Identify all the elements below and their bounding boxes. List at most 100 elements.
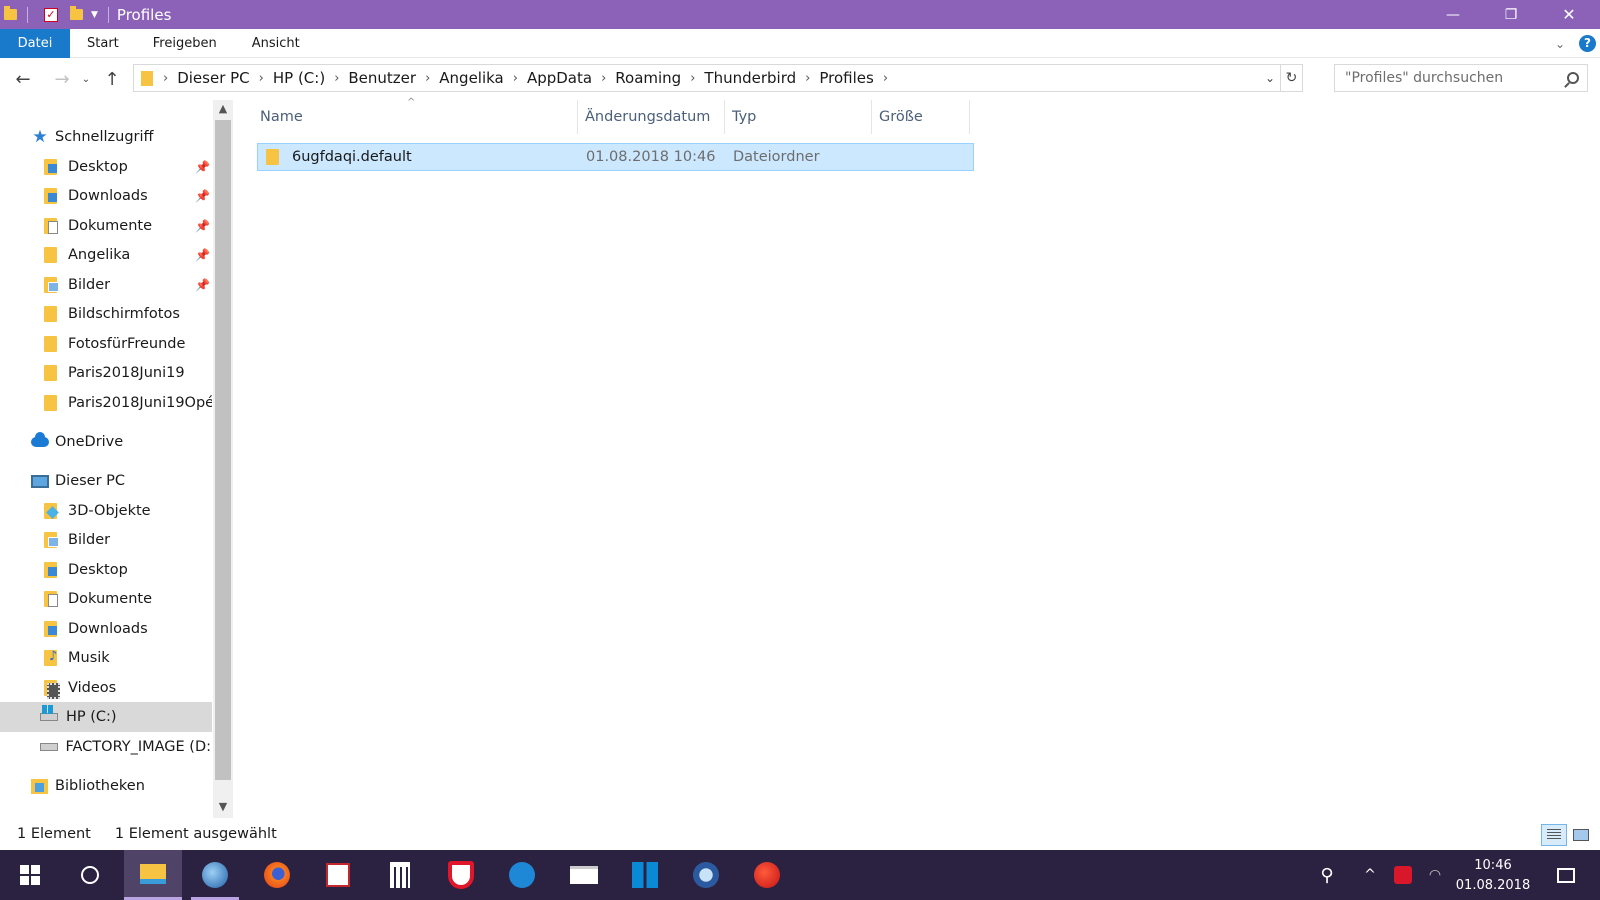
breadcrumb-dieser-pc[interactable]: Dieser PC	[177, 69, 249, 87]
nav-quick-desktop[interactable]: Desktop 📌	[0, 152, 212, 182]
pin-icon[interactable]: 📌	[195, 189, 210, 203]
paint-button[interactable]	[308, 850, 368, 900]
minimize-button[interactable]: —	[1424, 0, 1482, 29]
large-icons-view-button[interactable]	[1568, 824, 1594, 846]
address-bar[interactable]: › Dieser PC › HP (C:) › Benutzer › Angel…	[133, 64, 1303, 92]
up-arrow-icon[interactable]: ↑	[101, 69, 123, 90]
breadcrumb-benutzer[interactable]: Benutzer	[348, 69, 416, 87]
column-header-name[interactable]: Name	[253, 100, 578, 134]
tab-freigeben[interactable]: Freigeben	[153, 29, 217, 58]
nav-quick-paris2018juni19[interactable]: Paris2018Juni19	[0, 358, 212, 388]
column-header-size[interactable]: Größe	[872, 100, 970, 134]
pin-icon[interactable]: 📌	[195, 160, 210, 174]
nav-libraries[interactable]: Bibliotheken	[0, 771, 212, 801]
column-header-modified[interactable]: Änderungsdatum	[578, 100, 725, 134]
security-shield-button[interactable]	[431, 850, 491, 900]
table-row[interactable]: 6ugfdaqi.default 01.08.2018 10:46 Dateio…	[257, 143, 974, 171]
nav-pc-dokumente[interactable]: Dokumente	[0, 584, 212, 614]
nav-label: HP (C:)	[66, 709, 117, 725]
antivirus-button[interactable]	[737, 850, 797, 900]
window-title: Profiles	[116, 5, 172, 24]
action-center-button[interactable]	[1546, 850, 1586, 900]
nav-pc-bilder[interactable]: Bilder	[0, 525, 212, 555]
start-button[interactable]	[0, 850, 60, 900]
expand-ribbon-icon[interactable]: ⌄	[1555, 37, 1565, 51]
nav-quick-bildschirmfotos[interactable]: Bildschirmfotos	[0, 299, 212, 329]
cortana-button[interactable]	[60, 850, 120, 900]
pin-icon[interactable]: 📌	[195, 248, 210, 262]
chevron-right-icon[interactable]: ›	[334, 71, 339, 86]
chevron-right-icon[interactable]: ›	[690, 71, 695, 86]
nav-label: FotosfürFreunde	[68, 336, 186, 352]
chevron-right-icon[interactable]: ›	[513, 71, 518, 86]
back-arrow-icon[interactable]: ←	[12, 69, 34, 90]
nav-onedrive[interactable]: OneDrive	[0, 427, 212, 457]
nav-quick-downloads[interactable]: Downloads 📌	[0, 181, 212, 211]
chevron-right-icon[interactable]: ›	[601, 71, 606, 86]
breadcrumb-profiles[interactable]: Profiles	[819, 69, 873, 87]
nav-quick-access[interactable]: ★ Schnellzugriff	[0, 122, 212, 152]
clock[interactable]: 10:46 01.08.2018	[1448, 856, 1538, 896]
nav-pc-hp-c[interactable]: HP (C:)	[0, 702, 212, 732]
search-icon[interactable]	[1567, 72, 1579, 84]
address-history-dropdown-icon[interactable]: ⌄	[1260, 71, 1280, 85]
details-view-button[interactable]	[1541, 824, 1567, 846]
media-button[interactable]	[676, 850, 736, 900]
people-icon[interactable]: ⚲	[1312, 850, 1342, 900]
help-button[interactable]: ?	[1579, 35, 1596, 52]
nav-quick-angelika[interactable]: Angelika 📌	[0, 240, 212, 270]
search-input[interactable]: "Profiles" durchsuchen	[1334, 64, 1588, 92]
nav-scrollbar[interactable]: ▲ ▼	[213, 100, 233, 818]
chevron-right-icon[interactable]: ›	[883, 71, 888, 86]
close-button[interactable]: ✕	[1540, 0, 1598, 29]
folder-icon	[44, 395, 57, 411]
customize-toolbar-icon[interactable]: ▼	[91, 10, 98, 20]
scroll-thumb[interactable]	[215, 120, 231, 780]
breadcrumb-hp-c[interactable]: HP (C:)	[273, 69, 325, 87]
chevron-right-icon[interactable]: ›	[163, 71, 168, 86]
wunderlist-button[interactable]	[492, 850, 552, 900]
breadcrumb-roaming[interactable]: Roaming	[615, 69, 681, 87]
scroll-down-icon[interactable]: ▼	[213, 798, 233, 816]
chevron-right-icon[interactable]: ›	[259, 71, 264, 86]
new-folder-icon[interactable]	[70, 6, 83, 20]
chevron-right-icon[interactable]: ›	[805, 71, 810, 86]
firefox-button[interactable]	[247, 850, 307, 900]
file-explorer-button[interactable]	[124, 850, 182, 900]
nav-pc-videos[interactable]: Videos	[0, 673, 212, 703]
nav-pc-musik[interactable]: Musik	[0, 643, 212, 673]
nav-pc-3d-objekte[interactable]: 3D-Objekte	[0, 496, 212, 526]
search-placeholder: "Profiles" durchsuchen	[1345, 70, 1504, 86]
tab-ansicht[interactable]: Ansicht	[252, 29, 300, 58]
properties-icon[interactable]: ✓	[44, 7, 58, 22]
mail-button[interactable]	[554, 850, 614, 900]
forward-arrow-icon[interactable]: →	[51, 69, 73, 90]
nav-pc-downloads[interactable]: Downloads	[0, 614, 212, 644]
tab-datei[interactable]: Datei	[0, 28, 70, 58]
maximize-button[interactable]: ❐	[1482, 0, 1540, 29]
pin-icon[interactable]: 📌	[195, 278, 210, 292]
breadcrumb-appdata[interactable]: AppData	[527, 69, 592, 87]
windows-store-button[interactable]	[615, 850, 675, 900]
tab-start[interactable]: Start	[87, 29, 119, 58]
scroll-up-icon[interactable]: ▲	[213, 100, 233, 118]
chevron-right-icon[interactable]: ›	[425, 71, 430, 86]
nav-quick-dokumente[interactable]: Dokumente 📌	[0, 211, 212, 241]
calculator-button[interactable]	[370, 850, 430, 900]
nav-quick-fotosfuerfreunde[interactable]: FotosfürFreunde	[0, 329, 212, 359]
nav-this-pc[interactable]: Dieser PC	[0, 466, 212, 496]
show-hidden-icons-icon[interactable]: ^	[1358, 850, 1382, 900]
breadcrumb-thunderbird[interactable]: Thunderbird	[704, 69, 796, 87]
refresh-icon[interactable]: ↻	[1280, 65, 1302, 91]
thunderbird-button[interactable]	[185, 850, 245, 900]
nav-quick-paris2018juni19opera[interactable]: Paris2018Juni19Opéra(	[0, 388, 212, 418]
breadcrumb-angelika[interactable]: Angelika	[439, 69, 503, 87]
nav-pc-factory-image[interactable]: FACTORY_IMAGE (D:)	[0, 732, 212, 762]
wifi-icon[interactable]: ◠	[1423, 850, 1447, 900]
nav-quick-bilder[interactable]: Bilder 📌	[0, 270, 212, 300]
column-header-type[interactable]: Typ	[725, 100, 872, 134]
nav-pc-desktop[interactable]: Desktop	[0, 555, 212, 585]
avira-tray-button[interactable]	[1390, 850, 1416, 900]
recent-locations-icon[interactable]: ⌄	[75, 74, 97, 85]
pin-icon[interactable]: 📌	[195, 219, 210, 233]
